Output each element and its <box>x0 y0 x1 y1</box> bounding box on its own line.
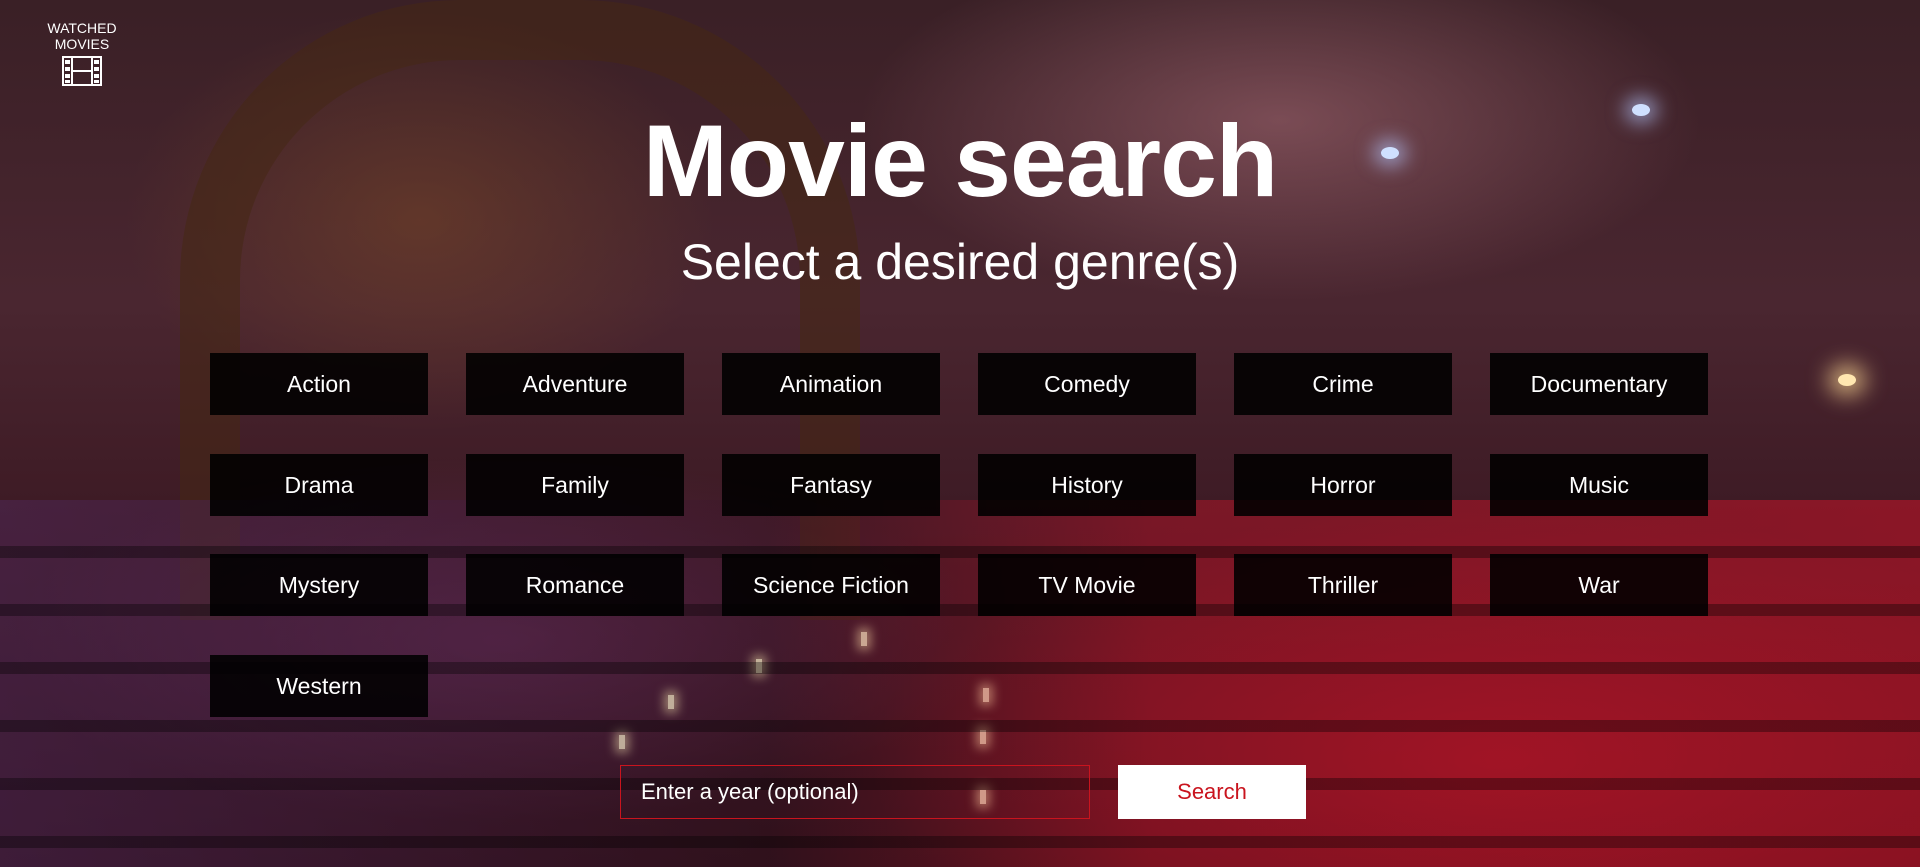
genre-button-family[interactable]: Family <box>466 454 684 516</box>
genre-button-adventure[interactable]: Adventure <box>466 353 684 415</box>
page-title: Movie search <box>642 104 1278 219</box>
search-button[interactable]: Search <box>1118 765 1306 819</box>
watched-label-line2: MOVIES <box>54 36 110 52</box>
wall-lamp <box>1838 374 1856 386</box>
year-input[interactable] <box>620 765 1090 819</box>
watched-movies-link[interactable]: WATCHED MOVIES <box>40 20 124 86</box>
stair-light <box>668 695 674 709</box>
film-icon <box>62 56 102 86</box>
genre-button-crime[interactable]: Crime <box>1234 353 1452 415</box>
genre-button-romance[interactable]: Romance <box>466 554 684 616</box>
watched-label-line1: WATCHED <box>47 20 117 36</box>
genre-button-comedy[interactable]: Comedy <box>978 353 1196 415</box>
genre-button-documentary[interactable]: Documentary <box>1490 353 1708 415</box>
genre-button-fantasy[interactable]: Fantasy <box>722 454 940 516</box>
genre-button-action[interactable]: Action <box>210 353 428 415</box>
genre-button-tv-movie[interactable]: TV Movie <box>978 554 1196 616</box>
genre-button-war[interactable]: War <box>1490 554 1708 616</box>
stair-light <box>983 688 989 702</box>
stair-light <box>756 659 762 673</box>
stair-light <box>619 735 625 749</box>
genre-button-thriller[interactable]: Thriller <box>1234 554 1452 616</box>
genre-button-history[interactable]: History <box>978 454 1196 516</box>
genre-button-mystery[interactable]: Mystery <box>210 554 428 616</box>
genre-button-animation[interactable]: Animation <box>722 353 940 415</box>
genre-button-science-fiction[interactable]: Science Fiction <box>722 554 940 616</box>
genre-button-western[interactable]: Western <box>210 655 428 717</box>
stair-light <box>861 632 867 646</box>
genre-prompt: Select a desired genre(s) <box>680 234 1240 290</box>
stair-light <box>980 730 986 744</box>
genre-button-music[interactable]: Music <box>1490 454 1708 516</box>
genre-button-drama[interactable]: Drama <box>210 454 428 516</box>
genre-button-horror[interactable]: Horror <box>1234 454 1452 516</box>
